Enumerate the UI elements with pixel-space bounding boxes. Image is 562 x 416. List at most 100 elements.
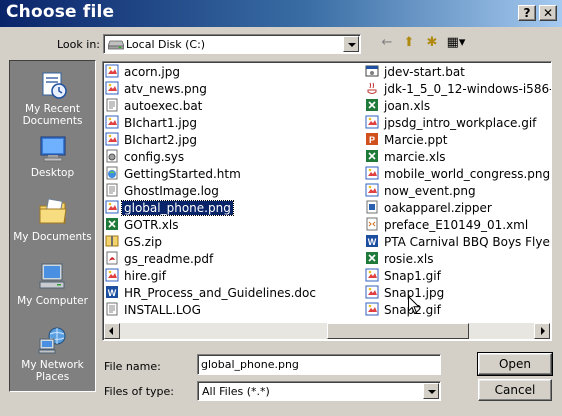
file-item[interactable]: mobile_world_congress.png bbox=[365, 166, 551, 182]
file-item[interactable]: Snap1.gif bbox=[365, 268, 443, 284]
file-item[interactable]: jdk-1_5_0_12-windows-i586-p bbox=[365, 81, 552, 97]
file-name: global_phone.png bbox=[121, 200, 234, 216]
file-name: GOTR.xls bbox=[124, 218, 179, 232]
unknown-file-icon bbox=[365, 200, 379, 214]
file-item[interactable]: Snap1.jpg bbox=[365, 285, 446, 301]
view-menu-icon[interactable]: ▦▾ bbox=[445, 33, 467, 53]
file-name: GhostImage.log bbox=[124, 184, 219, 198]
file-item[interactable]: W PTA Carnival BBQ Boys Flyer.c bbox=[365, 234, 552, 250]
file-name: Marcie.ppt bbox=[384, 133, 448, 147]
file-name: Snap1.gif bbox=[384, 269, 441, 283]
file-list[interactable]: acorn.jpg atv_news.png autoexec.bat BIchart… bbox=[102, 61, 552, 341]
excel-file-icon bbox=[365, 149, 379, 163]
image-file-icon bbox=[105, 115, 119, 129]
scroll-left-button[interactable] bbox=[104, 323, 120, 339]
file-item[interactable]: config.sys bbox=[105, 149, 186, 165]
image-file-icon bbox=[105, 268, 119, 282]
file-item[interactable]: GettingStarted.htm bbox=[105, 166, 243, 182]
image-file-icon bbox=[105, 132, 119, 146]
places-bar: My Recent Documents Desktop My Documents… bbox=[9, 60, 96, 392]
place-my-computer[interactable]: My Computer bbox=[10, 261, 95, 307]
file-name-input[interactable]: global_phone.png bbox=[197, 354, 441, 375]
file-name: autoexec.bat bbox=[124, 99, 203, 113]
image-file-icon bbox=[105, 64, 119, 78]
text-file-icon bbox=[105, 302, 119, 316]
file-name: INSTALL.LOG bbox=[124, 303, 201, 317]
file-item[interactable]: now_event.png bbox=[365, 183, 478, 199]
open-button[interactable]: Open bbox=[477, 352, 553, 376]
file-name: jdk-1_5_0_12-windows-i586-p bbox=[384, 82, 552, 96]
file-item[interactable]: atv_news.png bbox=[105, 81, 209, 97]
place-recent-documents[interactable]: My Recent Documents bbox=[10, 69, 95, 127]
my-computer-icon bbox=[39, 263, 64, 289]
excel-file-icon bbox=[365, 251, 379, 265]
file-name: PTA Carnival BBQ Boys Flyer.c bbox=[384, 235, 552, 249]
xml-file-icon bbox=[365, 217, 379, 231]
file-name: rosie.xls bbox=[384, 252, 434, 266]
file-name: GS.zip bbox=[124, 235, 162, 249]
place-desktop[interactable]: Desktop bbox=[10, 133, 95, 179]
file-item[interactable]: W HR_Process_and_Guidelines.doc bbox=[105, 285, 318, 301]
back-icon[interactable]: ← bbox=[376, 33, 398, 53]
chevron-down-icon[interactable] bbox=[423, 383, 439, 399]
powerpoint-file-icon: P bbox=[365, 132, 379, 146]
place-label: My Computer bbox=[17, 295, 88, 307]
file-item[interactable]: INSTALL.LOG bbox=[105, 302, 203, 318]
file-item[interactable]: rosie.xls bbox=[365, 251, 435, 267]
file-item[interactable]: GOTR.xls bbox=[105, 217, 181, 233]
file-item[interactable]: Snap2.gif bbox=[365, 302, 443, 318]
image-file-icon bbox=[365, 183, 379, 197]
place-my-documents[interactable]: My Documents bbox=[10, 197, 95, 243]
file-item[interactable]: P Marcie.ppt bbox=[365, 132, 449, 148]
help-button[interactable]: ? bbox=[518, 5, 536, 21]
file-type-label: Files of type: bbox=[104, 385, 175, 398]
file-item[interactable]: marcie.xls bbox=[365, 149, 448, 165]
close-button[interactable]: ✕ bbox=[539, 5, 557, 21]
svg-text:P: P bbox=[369, 135, 375, 145]
batch-file-icon bbox=[365, 64, 379, 78]
html-file-icon bbox=[105, 166, 119, 180]
file-item[interactable]: global_phone.png bbox=[105, 200, 234, 216]
file-item[interactable]: jpsdg_intro_workplace.gif bbox=[365, 115, 538, 131]
file-item[interactable]: GS.zip bbox=[105, 234, 164, 250]
file-name-label: File name: bbox=[104, 360, 161, 373]
file-item[interactable]: gs_readme.pdf bbox=[105, 251, 215, 267]
chevron-down-icon[interactable] bbox=[343, 36, 359, 52]
file-item[interactable]: BIchart2.jpg bbox=[105, 132, 199, 148]
look-in-value: Local Disk (C:) bbox=[126, 38, 206, 51]
file-item[interactable]: acorn.jpg bbox=[105, 64, 182, 80]
file-type-value: All Files (*.*) bbox=[202, 385, 270, 398]
file-item[interactable]: GhostImage.log bbox=[105, 183, 221, 199]
file-name: oakapparel.zipper bbox=[384, 201, 492, 215]
network-places-icon bbox=[38, 327, 65, 354]
look-in-dropdown[interactable]: Local Disk (C:) bbox=[103, 34, 361, 54]
horizontal-scrollbar[interactable] bbox=[104, 323, 550, 339]
java-file-icon bbox=[365, 81, 379, 95]
place-network[interactable]: My Network Places bbox=[10, 325, 95, 383]
file-item[interactable]: autoexec.bat bbox=[105, 98, 204, 114]
image-file-icon bbox=[365, 166, 379, 180]
file-item[interactable]: joan.xls bbox=[365, 98, 432, 114]
scroll-thumb[interactable] bbox=[327, 323, 469, 339]
file-item[interactable]: oakapparel.zipper bbox=[365, 200, 494, 216]
up-folder-icon[interactable]: ⬆ bbox=[398, 33, 420, 53]
file-name: BIchart2.jpg bbox=[124, 133, 197, 147]
file-name: marcie.xls bbox=[384, 150, 446, 164]
file-name: atv_news.png bbox=[124, 82, 207, 96]
new-folder-icon[interactable]: ✱ bbox=[421, 33, 443, 53]
text-file-icon bbox=[105, 183, 119, 197]
cancel-button[interactable]: Cancel bbox=[478, 379, 552, 401]
word-file-icon: W bbox=[365, 234, 379, 248]
config-file-icon bbox=[105, 149, 119, 163]
file-item[interactable]: hire.gif bbox=[105, 268, 168, 284]
desktop-icon bbox=[40, 136, 65, 162]
file-item[interactable]: preface_E10149_01.xml bbox=[365, 217, 530, 233]
place-label: My Recent Documents bbox=[22, 103, 83, 127]
file-item[interactable]: jdev-start.bat bbox=[365, 64, 467, 80]
place-label: My Network Places bbox=[21, 359, 84, 383]
file-type-dropdown[interactable]: All Files (*.*) bbox=[197, 381, 441, 401]
file-item[interactable]: BIchart1.jpg bbox=[105, 115, 199, 131]
pdf-file-icon bbox=[105, 251, 119, 265]
file-name: gs_readme.pdf bbox=[124, 252, 214, 266]
scroll-right-button[interactable] bbox=[534, 323, 550, 339]
